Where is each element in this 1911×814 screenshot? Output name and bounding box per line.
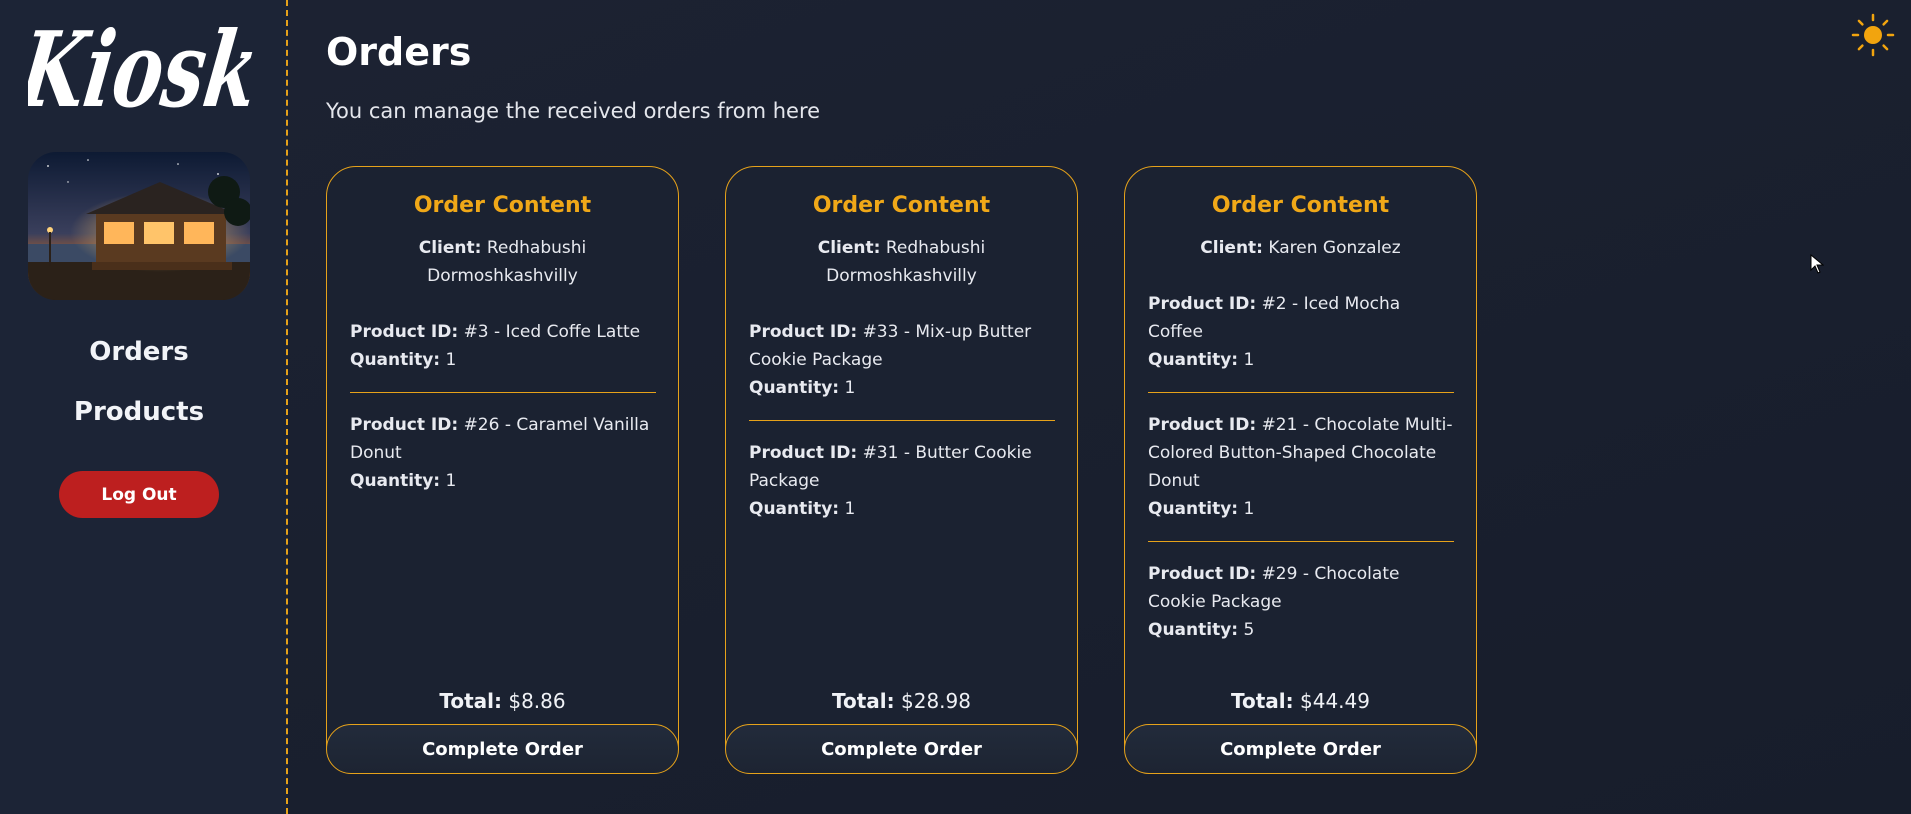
order-items: Product ID: #2 - Iced Mocha Coffee Quant… — [1148, 290, 1454, 662]
quantity-label: Quantity: — [749, 378, 840, 398]
quantity-label: Quantity: — [350, 350, 441, 370]
quantity-value: 1 — [1243, 499, 1255, 519]
order-item: Product ID: #21 - Chocolate Multi-Colore… — [1148, 411, 1454, 542]
app: Kiosk Orders Products Log Out Orders You… — [0, 0, 1911, 814]
order-total: Total: $8.86 — [327, 689, 678, 713]
quantity-label: Quantity: — [1148, 620, 1239, 640]
total-label: Total: — [439, 689, 502, 713]
order-item: Product ID: #26 - Caramel Vanilla Donut … — [350, 411, 656, 513]
product-id-label: Product ID: — [749, 443, 858, 463]
product-name: #3 - Iced Coffe Latte — [463, 322, 641, 342]
quantity-label: Quantity: — [749, 499, 840, 519]
quantity-value: 1 — [844, 499, 856, 519]
orders-list: Order Content Client: Redhabushi Dormosh… — [326, 166, 1477, 774]
total-value: $28.98 — [901, 689, 971, 713]
quantity-value: 5 — [1243, 620, 1255, 640]
order-item: Product ID: #33 - Mix-up Butter Cookie P… — [749, 318, 1055, 421]
mouse-pointer-icon — [1810, 254, 1824, 274]
main-content: Orders You can manage the received order… — [288, 0, 1911, 814]
total-label: Total: — [1231, 689, 1294, 713]
complete-order-button[interactable]: Complete Order — [725, 724, 1078, 774]
page-title: Orders — [326, 30, 472, 74]
product-id-label: Product ID: — [350, 415, 459, 435]
order-client: Client: Redhabushi Dormoshkashvilly — [750, 234, 1053, 290]
order-items: Product ID: #3 - Iced Coffe Latte Quanti… — [350, 318, 656, 513]
nav-orders[interactable]: Orders — [0, 337, 278, 367]
complete-order-button[interactable]: Complete Order — [326, 724, 679, 774]
store-photo — [28, 152, 250, 300]
client-label: Client: — [1200, 238, 1263, 258]
quantity-label: Quantity: — [1148, 499, 1239, 519]
order-client: Client: Redhabushi Dormoshkashvilly — [351, 234, 654, 290]
sidebar: Kiosk Orders Products Log Out — [0, 0, 288, 814]
kiosk-storefront-image — [28, 152, 250, 300]
complete-order-button[interactable]: Complete Order — [1124, 724, 1477, 774]
kiosk-logo[interactable]: Kiosk — [28, 6, 272, 128]
logout-button[interactable]: Log Out — [59, 471, 219, 518]
quantity-value: 1 — [1243, 350, 1255, 370]
order-card: Order Content Client: Redhabushi Dormosh… — [725, 166, 1078, 774]
order-item: Product ID: #29 - Chocolate Cookie Packa… — [1148, 560, 1454, 662]
total-value: $8.86 — [508, 689, 566, 713]
theme-toggle-button[interactable] — [1850, 12, 1896, 58]
product-id-label: Product ID: — [1148, 415, 1257, 435]
total-value: $44.49 — [1300, 689, 1370, 713]
product-id-label: Product ID: — [1148, 294, 1257, 314]
nav-products[interactable]: Products — [0, 397, 278, 427]
quantity-value: 1 — [445, 350, 457, 370]
order-items: Product ID: #33 - Mix-up Butter Cookie P… — [749, 318, 1055, 541]
order-card: Order Content Client: Karen Gonzalez Pro… — [1124, 166, 1477, 774]
total-label: Total: — [832, 689, 895, 713]
order-client: Client: Karen Gonzalez — [1149, 234, 1452, 262]
quantity-value: 1 — [844, 378, 856, 398]
client-label: Client: — [418, 238, 482, 258]
order-card-title: Order Content — [1211, 193, 1390, 218]
product-id-label: Product ID: — [1148, 564, 1257, 584]
order-card: Order Content Client: Redhabushi Dormosh… — [326, 166, 679, 774]
order-item: Product ID: #31 - Butter Cookie Package … — [749, 439, 1055, 541]
product-id-label: Product ID: — [350, 322, 459, 342]
product-id-label: Product ID: — [749, 322, 858, 342]
logo-text: Kiosk — [28, 8, 266, 128]
client-label: Client: — [817, 238, 881, 258]
order-card-title: Order Content — [812, 193, 991, 218]
order-card-title: Order Content — [413, 193, 592, 218]
order-total: Total: $44.49 — [1125, 689, 1476, 713]
sun-icon — [1851, 13, 1895, 57]
page-subtitle: You can manage the received orders from … — [326, 99, 821, 123]
order-item: Product ID: #3 - Iced Coffe Latte Quanti… — [350, 318, 656, 393]
quantity-label: Quantity: — [350, 471, 441, 491]
quantity-value: 1 — [445, 471, 457, 491]
order-total: Total: $28.98 — [726, 689, 1077, 713]
client-name: Karen Gonzalez — [1268, 238, 1401, 258]
order-item: Product ID: #2 - Iced Mocha Coffee Quant… — [1148, 290, 1454, 393]
quantity-label: Quantity: — [1148, 350, 1239, 370]
